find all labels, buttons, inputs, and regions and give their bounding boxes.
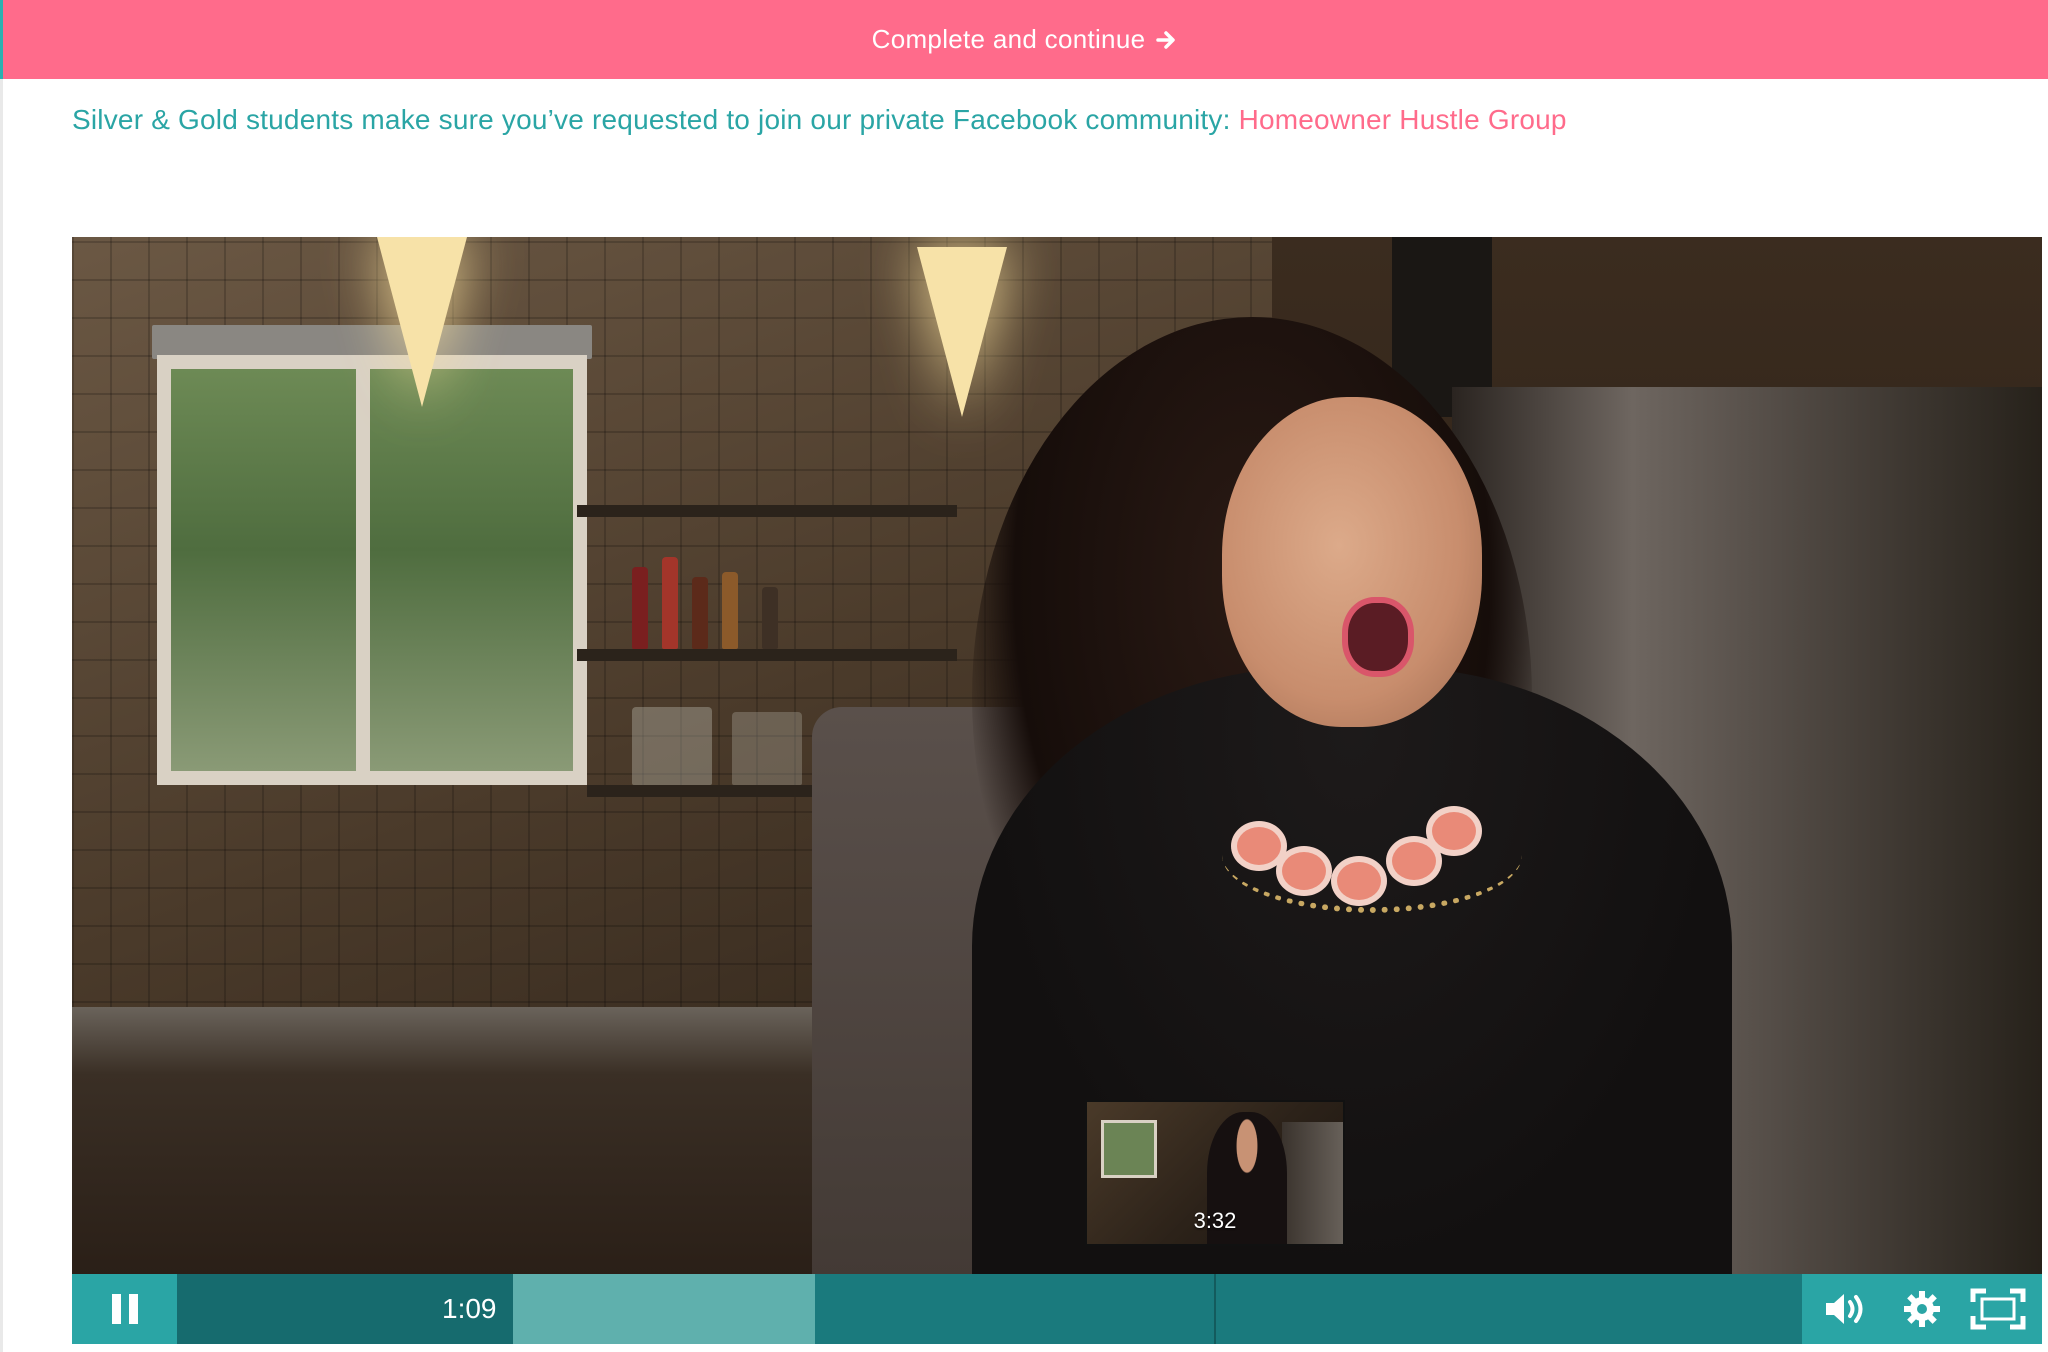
preview-time: 3:32 [1193, 1208, 1237, 1233]
window-valance [152, 325, 592, 359]
kitchen-window [157, 355, 587, 785]
pause-icon [111, 1294, 138, 1324]
volume-icon [1826, 1294, 1863, 1324]
right-controls [1802, 1274, 2042, 1344]
seek-preview-thumbnail: 3:32 [1085, 1100, 1345, 1246]
person-mouth [1342, 597, 1414, 677]
fullscreen-icon [1970, 1288, 2026, 1330]
homeowner-hustle-group-link[interactable]: Homeowner Hustle Group [1239, 104, 1567, 135]
seek-hover-marker [1214, 1274, 1216, 1344]
arrow-right-icon [1156, 30, 1176, 49]
page-left-border [0, 79, 3, 1352]
person-face [1222, 397, 1482, 727]
shelf [577, 505, 957, 517]
progress-bar[interactable]: 1:09 [177, 1274, 1802, 1344]
current-time: 1:09 [442, 1293, 497, 1324]
complete-and-continue-label: Complete and continue [871, 24, 1146, 54]
volume-button[interactable] [1816, 1279, 1876, 1339]
necklace-gem [1392, 842, 1436, 880]
settings-button[interactable] [1892, 1279, 1952, 1339]
pendant-lamp [917, 247, 1007, 417]
fullscreen-button[interactable] [1968, 1279, 2028, 1339]
necklace-gem [1337, 862, 1381, 900]
notice-text: Silver & Gold students make sure you’ve … [72, 104, 1239, 135]
progress-buffered [513, 1274, 815, 1344]
bottle [762, 587, 778, 649]
preview-window [1101, 1120, 1157, 1178]
pause-button[interactable] [72, 1274, 177, 1344]
glasses [632, 707, 712, 785]
gear-icon [1904, 1291, 1940, 1327]
necklace-gem [1282, 852, 1326, 890]
glasses [732, 712, 802, 785]
video-player[interactable]: 3:32 1:09 [72, 237, 2042, 1344]
player-controls: 1:09 [72, 1274, 2042, 1344]
facebook-community-notice: Silver & Gold students make sure you’ve … [72, 104, 1567, 136]
necklace-gem [1432, 812, 1476, 850]
bottle [722, 572, 738, 649]
bottle [662, 557, 678, 649]
bottle [692, 577, 708, 649]
video-frame[interactable]: 3:32 [72, 237, 2042, 1274]
pendant-lamp [377, 237, 467, 407]
necklace-gem [1237, 827, 1281, 865]
bottle [632, 567, 648, 649]
complete-and-continue-button[interactable]: Complete and continue [0, 0, 2048, 79]
shelf [577, 649, 957, 661]
